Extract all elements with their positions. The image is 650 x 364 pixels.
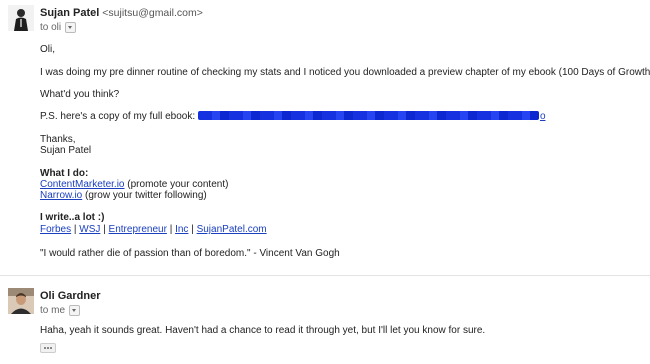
i-write-heading: I write..a lot :) <box>40 212 105 223</box>
sender-line: Oli Gardner <box>40 290 101 302</box>
what-i-do-heading: What I do: <box>40 168 89 179</box>
ellipsis-icon[interactable] <box>40 343 56 353</box>
sender-email: <sujitsu@gmail.com> <box>102 7 203 19</box>
separator: | <box>166 224 176 235</box>
question-line: What'd you think? <box>40 89 120 100</box>
sender-line: Sujan Patel <sujitsu@gmail.com> <box>40 7 203 19</box>
separator: | <box>100 224 109 235</box>
separator: | <box>188 224 197 235</box>
recipients-text: to me <box>40 305 66 316</box>
sujanpatel-link[interactable]: SujanPatel.com <box>197 224 267 235</box>
greeting: Oli, <box>40 44 55 55</box>
sender-name[interactable]: Oli Gardner <box>40 290 101 302</box>
body-paragraph: I was doing my pre dinner routine of che… <box>40 67 650 78</box>
quote-line: "I would rather die of passion than of b… <box>40 248 340 259</box>
avatar[interactable] <box>8 288 34 314</box>
message-divider <box>0 275 650 276</box>
narrow-desc: (grow your twitter following) <box>85 190 207 201</box>
signature-item: ContentMarketer.io (promote your content… <box>40 179 228 190</box>
inc-link[interactable]: Inc <box>175 224 188 235</box>
signature-name: Sujan Patel <box>40 145 92 156</box>
recipients-line: to me <box>40 305 81 316</box>
reply-body: Haha, yeah it sounds great. Haven't had … <box>40 325 486 336</box>
contentmarketer-desc: (promote your content) <box>127 179 229 190</box>
avatar-sujan-image <box>8 5 34 31</box>
redacted-ebook-link[interactable] <box>197 111 539 120</box>
narrow-link[interactable]: Narrow.io <box>40 190 82 201</box>
avatar-oli-image <box>8 288 34 314</box>
avatar[interactable] <box>8 5 34 31</box>
signature-item: Narrow.io (grow your twitter following) <box>40 190 207 201</box>
chevron-down-icon[interactable] <box>69 305 81 316</box>
writing-links: Forbes | WSJ | Entrepreneur | Inc | Suja… <box>40 224 267 235</box>
ebook-link-tail[interactable]: o <box>540 111 546 122</box>
signoff: Thanks, <box>40 134 76 145</box>
forbes-link[interactable]: Forbes <box>40 224 71 235</box>
contentmarketer-link[interactable]: ContentMarketer.io <box>40 179 125 190</box>
recipients-text: to oli <box>40 22 62 33</box>
sender-name[interactable]: Sujan Patel <box>40 7 99 19</box>
ps-line: P.S. here's a copy of my full ebook: o <box>40 111 546 122</box>
wsj-link[interactable]: WSJ <box>79 224 100 235</box>
chevron-down-icon[interactable] <box>65 22 77 33</box>
ps-text: P.S. here's a copy of my full ebook: <box>40 111 196 122</box>
recipients-line: to oli <box>40 22 77 33</box>
entrepreneur-link[interactable]: Entrepreneur <box>109 224 167 235</box>
